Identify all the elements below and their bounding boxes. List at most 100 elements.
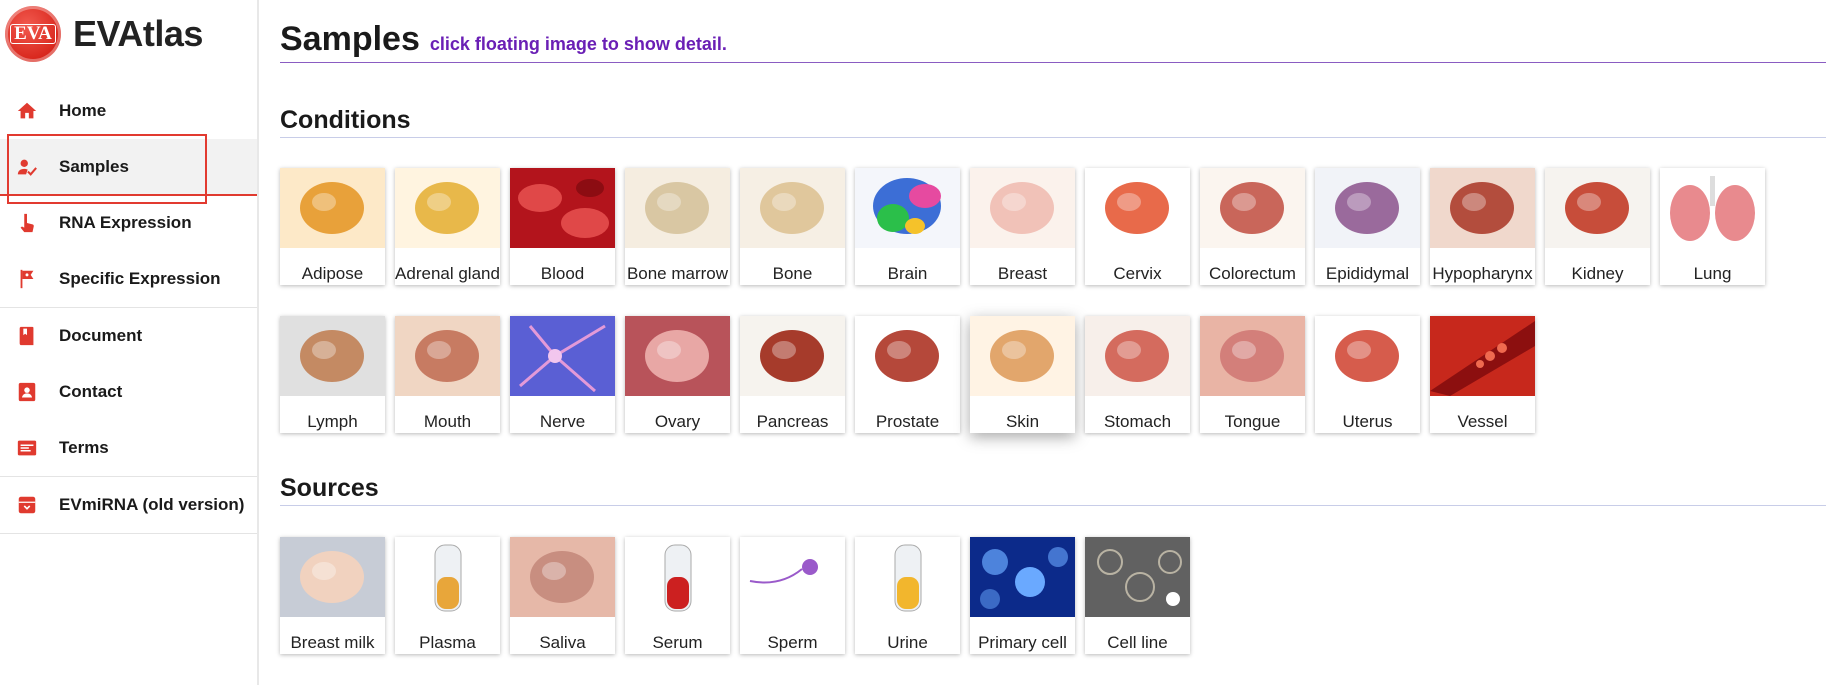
sample-card-saliva[interactable]: Saliva	[510, 537, 615, 654]
sample-card-hypopharynx[interactable]: Hypopharynx	[1430, 168, 1535, 285]
sample-card-label: Cell line	[1107, 633, 1168, 652]
thumbnail-image	[855, 316, 960, 396]
sample-card-pancreas[interactable]: Pancreas	[740, 316, 845, 433]
sidebar-item-label: Contact	[59, 382, 123, 401]
sample-card-mouth[interactable]: Mouth	[395, 316, 500, 433]
sample-card-label: Skin	[1005, 412, 1040, 431]
sample-card-label: Cervix	[1113, 264, 1162, 283]
sample-card-skin[interactable]: Skin	[970, 316, 1075, 433]
sidebar-item-label: RNA Expression	[59, 213, 192, 232]
sample-card-cervix[interactable]: Cervix	[1085, 168, 1190, 285]
sample-card-label: Bone	[772, 264, 813, 283]
sidebar-item-label: Home	[59, 101, 107, 120]
sample-card-label: Ovary	[654, 412, 701, 431]
thumbnail-image	[395, 168, 500, 248]
sample-card-sperm[interactable]: Sperm	[740, 537, 845, 654]
sample-card-epididymal[interactable]: Epididymal	[1315, 168, 1420, 285]
thumbnail-image	[1660, 168, 1765, 248]
archive-icon	[18, 496, 36, 514]
sample-card-tongue[interactable]: Tongue	[1200, 316, 1305, 433]
sample-card-uterus[interactable]: Uterus	[1315, 316, 1420, 433]
sample-card-breast[interactable]: Breast	[970, 168, 1075, 285]
sample-card-nerve[interactable]: Nerve	[510, 316, 615, 433]
page-hint: click floating image to show detail.	[429, 34, 727, 54]
sample-card-label: Urine	[887, 633, 928, 652]
sample-card-label: Nerve	[539, 412, 586, 431]
sample-card-label: Stomach	[1103, 412, 1172, 431]
sample-card-label: Serum	[652, 633, 703, 652]
sample-card-plasma[interactable]: Plasma	[395, 537, 500, 654]
thumbnail-image	[1315, 168, 1420, 248]
sample-card-brain[interactable]: Brain	[855, 168, 960, 285]
logo-text: EVA	[10, 24, 56, 44]
sample-card-stomach[interactable]: Stomach	[1085, 316, 1190, 433]
main-content: Samples click floating image to show det…	[280, 0, 1826, 685]
thumbnail-image	[855, 537, 960, 617]
thumbnail-image	[1085, 316, 1190, 396]
thumbnail-image	[395, 316, 500, 396]
sample-card-label: Uterus	[1342, 412, 1393, 431]
sample-card-label: Vessel	[1457, 412, 1508, 431]
selection-highlight	[7, 134, 207, 204]
sidebar-item-label: Specific Expression	[59, 269, 221, 288]
section-divider	[280, 505, 1826, 506]
sample-card-colorectum[interactable]: Colorectum	[1200, 168, 1305, 285]
sample-card-blood[interactable]: Blood	[510, 168, 615, 285]
sample-card-label: Bone marrow	[626, 264, 729, 283]
home-icon	[17, 102, 37, 119]
sample-card-label: Lymph	[307, 412, 358, 431]
thumbnail-image	[1200, 168, 1305, 248]
sidebar-item-evmirna-old-version[interactable]: EVmiRNA (old version)	[0, 477, 257, 533]
sample-card-label: Plasma	[419, 633, 476, 652]
sample-card-adipose[interactable]: Adipose	[280, 168, 385, 285]
sample-card-serum[interactable]: Serum	[625, 537, 730, 654]
thumbnail-image	[970, 537, 1075, 617]
sample-card-label: Pancreas	[756, 412, 829, 431]
sample-card-bone[interactable]: Bone	[740, 168, 845, 285]
thumbnail-image	[510, 316, 615, 396]
sidebar-item-contact[interactable]: Contact	[0, 364, 257, 420]
sample-card-ovary[interactable]: Ovary	[625, 316, 730, 433]
sample-card-adrenal-gland[interactable]: Adrenal gland	[395, 168, 500, 285]
thumbnail-image	[280, 316, 385, 396]
thumbnail-image	[1315, 316, 1420, 396]
sidebar-item-label: Document	[59, 326, 143, 345]
sample-card-lung[interactable]: Lung	[1660, 168, 1765, 285]
sample-card-cell-line[interactable]: Cell line	[1085, 537, 1190, 654]
sidebar-item-home[interactable]: Home	[0, 83, 257, 139]
sidebar-item-document[interactable]: Document	[0, 308, 257, 364]
thumbnail-image	[1545, 168, 1650, 248]
brand[interactable]: EVA EVAtlas	[5, 4, 203, 64]
rna-expression-icon	[20, 213, 34, 233]
sample-card-label: Lung	[1693, 264, 1732, 283]
sample-card-label: Hypopharynx	[1432, 264, 1533, 283]
sample-card-prostate[interactable]: Prostate	[855, 316, 960, 433]
sidebar-item-label: EVmiRNA (old version)	[59, 495, 245, 514]
sample-card-label: Kidney	[1571, 264, 1624, 283]
sample-card-primary-cell[interactable]: Primary cell	[970, 537, 1075, 654]
thumbnail-image	[1430, 168, 1535, 248]
thumbnail-image	[1430, 316, 1535, 396]
sample-card-label: Saliva	[539, 633, 586, 652]
flag-icon	[20, 269, 34, 289]
sample-card-kidney[interactable]: Kidney	[1545, 168, 1650, 285]
thumbnail-image	[970, 316, 1075, 396]
thumbnail-image	[280, 537, 385, 617]
sidebar-item-terms[interactable]: Terms	[0, 420, 257, 476]
sample-card-urine[interactable]: Urine	[855, 537, 960, 654]
sidebar-item-specific-expression[interactable]: Specific Expression	[0, 251, 257, 307]
sample-card-label: Adipose	[301, 264, 364, 283]
sample-card-lymph[interactable]: Lymph	[280, 316, 385, 433]
nav-divider	[0, 533, 257, 534]
sample-card-label: Breast milk	[290, 633, 375, 652]
section-divider	[280, 137, 1826, 138]
thumbnail-image	[740, 537, 845, 617]
eva-logo: EVA	[5, 6, 61, 62]
sample-card-vessel[interactable]: Vessel	[1430, 316, 1535, 433]
sample-card-label: Prostate	[875, 412, 940, 431]
sample-card-breast-milk[interactable]: Breast milk	[280, 537, 385, 654]
sidebar: EVA EVAtlas Home Samples RNA Expression …	[0, 0, 259, 685]
sample-card-bone-marrow[interactable]: Bone marrow	[625, 168, 730, 285]
sample-card-label: Tongue	[1224, 412, 1281, 431]
contact-icon	[18, 382, 36, 402]
